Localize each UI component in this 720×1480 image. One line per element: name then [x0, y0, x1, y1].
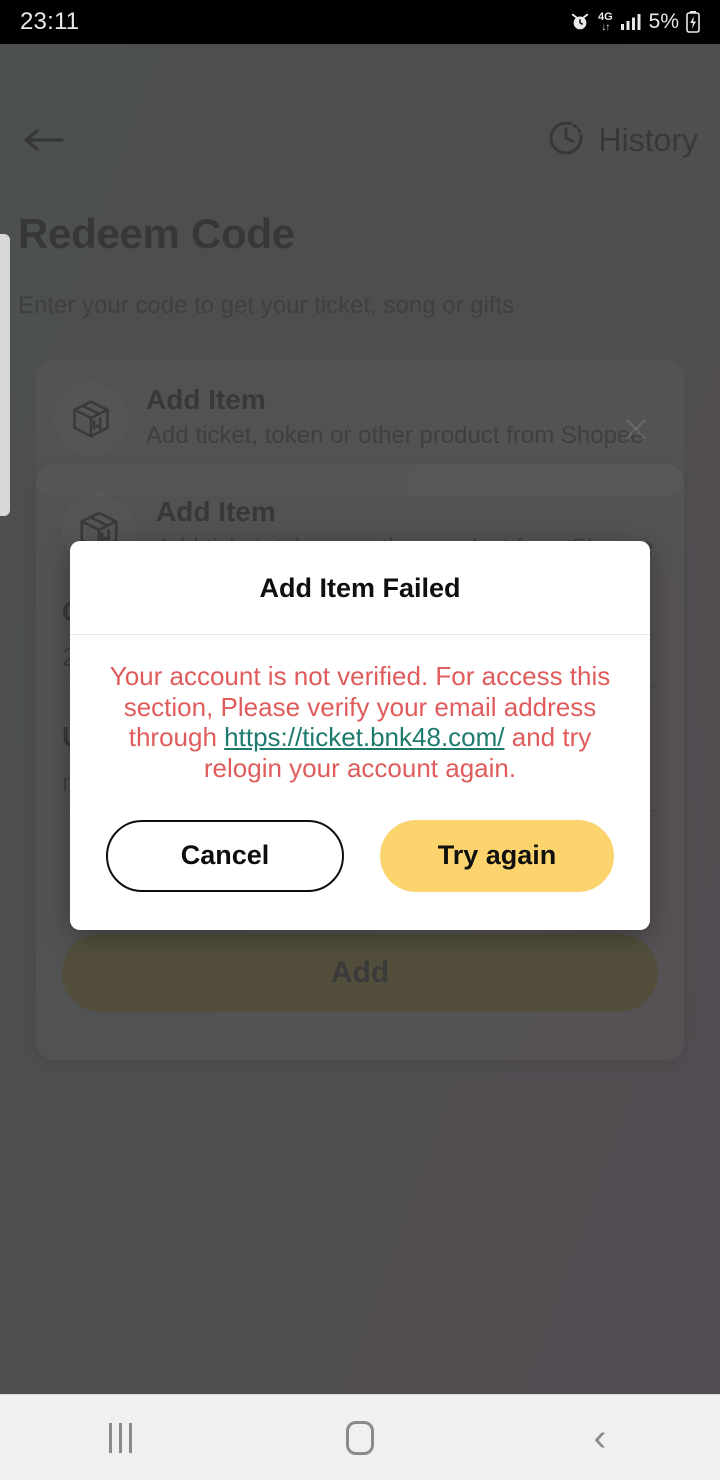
cancel-button[interactable]: Cancel	[106, 819, 344, 892]
phone-screen: 23:11 4G ↓↑ 5% Add Item Failed Your acco…	[0, 0, 720, 1480]
recents-icon[interactable]	[60, 1408, 180, 1468]
alarm-icon	[569, 11, 591, 33]
battery-percent-label: 5%	[648, 10, 679, 33]
back-icon[interactable]: ‹	[540, 1408, 660, 1468]
add-item-failed-dialog: Add Item Failed Your account is not veri…	[70, 541, 650, 930]
left-edge-panel-handle[interactable]	[0, 234, 10, 516]
battery-charging-icon	[686, 11, 700, 33]
android-nav-bar: ‹	[0, 1394, 720, 1480]
status-bar: 23:11 4G ↓↑ 5%	[0, 0, 720, 44]
home-icon[interactable]	[300, 1408, 420, 1468]
network-label: 4G	[597, 10, 613, 23]
dialog-actions: Cancel Try again	[70, 790, 650, 930]
status-indicators: 4G ↓↑ 5%	[569, 10, 700, 34]
status-time: 23:11	[20, 8, 80, 35]
verify-email-link[interactable]: https://ticket.bnk48.com/	[224, 722, 504, 752]
signal-bars-icon	[620, 13, 642, 31]
try-again-button[interactable]: Try again	[380, 819, 614, 892]
dialog-title: Add Item Failed	[70, 541, 650, 635]
network-type-icon: 4G ↓↑	[597, 10, 613, 33]
network-arrows: ↓↑	[601, 21, 610, 33]
dialog-message: Your account is not verified. For access…	[70, 635, 650, 790]
